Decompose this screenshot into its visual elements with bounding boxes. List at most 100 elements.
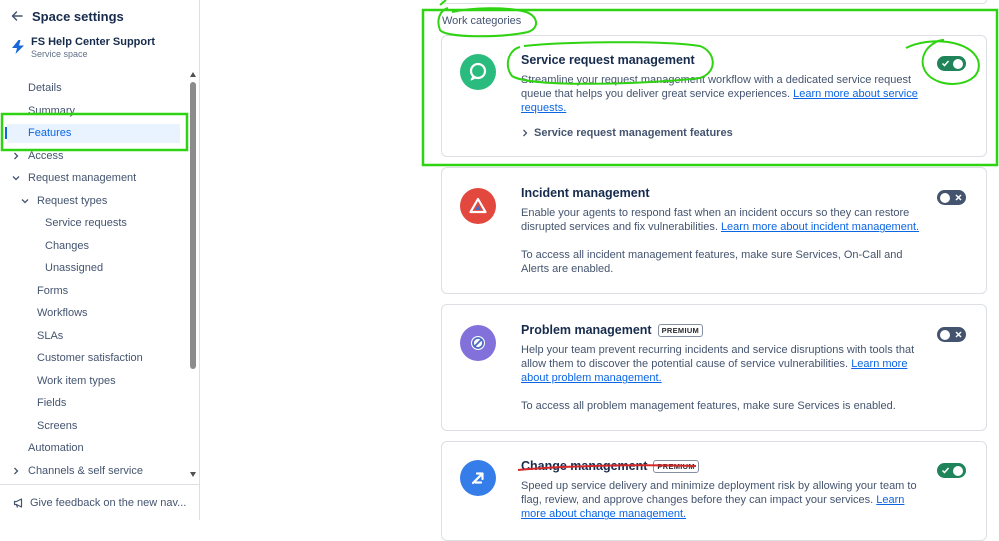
sidebar-item-forms[interactable]: Forms	[0, 280, 188, 303]
chevron-down-icon[interactable]	[20, 196, 30, 206]
card-description: Enable your agents to respond fast when …	[521, 206, 921, 234]
back-arrow-icon[interactable]	[10, 9, 24, 23]
sidebar-item-label: Work item types	[37, 374, 116, 387]
sidebar-item-request-types[interactable]: Request types	[0, 190, 188, 213]
card-description: Help your team prevent recurring inciden…	[521, 343, 921, 386]
card-title: Incident management	[521, 186, 650, 200]
sidebar-item-features[interactable]: Features	[0, 122, 188, 145]
sidebar-item-label: Changes	[45, 239, 90, 252]
card-note: To access all incident management featur…	[521, 249, 903, 276]
card-title-text: Problem management	[521, 323, 652, 337]
card-description-text: Speed up service delivery and minimize d…	[521, 480, 917, 507]
card-title: Service request management	[521, 53, 695, 67]
scroll-down-arrow[interactable]	[190, 472, 196, 477]
card-title: Change management PREMIUM	[521, 459, 699, 473]
chevron-down-icon[interactable]	[11, 173, 21, 183]
sidebar-item-label: Workflows	[37, 307, 88, 320]
sidebar: Space settings FS Help Center Support Se…	[0, 0, 200, 520]
sidebar-header: Space settings	[10, 7, 124, 25]
checkmark-icon	[941, 60, 950, 67]
sidebar-item-label: Service requests	[45, 217, 127, 230]
sidebar-item-changes[interactable]: Changes	[0, 235, 188, 258]
sidebar-item-details[interactable]: Details	[0, 77, 188, 100]
toggle-incident-management[interactable]	[937, 190, 966, 205]
premium-badge: PREMIUM	[653, 459, 699, 473]
sidebar-item-label: Access	[28, 149, 64, 162]
space-name: FS Help Center Support	[31, 36, 156, 48]
sidebar-item-work-item-types[interactable]: Work item types	[0, 370, 188, 393]
card-incident-management: Incident management Enable your agents t…	[441, 167, 987, 294]
space-logo-icon	[12, 40, 24, 54]
sidebar-title: Space settings	[32, 8, 124, 24]
toggle-knob	[940, 192, 950, 203]
toggle-knob	[953, 465, 963, 476]
sidebar-item-label: Features	[28, 127, 72, 140]
sidebar-item-unassigned[interactable]: Unassigned	[0, 257, 188, 280]
megaphone-icon	[13, 497, 23, 508]
change-arrows-icon	[460, 460, 496, 496]
sidebar-item-screens[interactable]: Screens	[0, 415, 188, 438]
card-problem-management: Problem management PREMIUM Help your tea…	[441, 304, 987, 431]
sidebar-item-automation[interactable]: Automation	[0, 437, 188, 460]
sidebar-item-label: Details	[28, 82, 62, 95]
active-indicator	[5, 127, 7, 139]
sidebar-item-fields[interactable]: Fields	[0, 392, 188, 415]
warning-triangle-icon	[460, 188, 496, 224]
scroll-thumb[interactable]	[190, 82, 196, 369]
card-title-text: Change management	[521, 459, 648, 473]
prohibited-icon	[460, 325, 496, 361]
sidebar-item-channels-self-service[interactable]: Channels & self service	[0, 460, 188, 483]
card-title-text: Incident management	[521, 186, 650, 200]
sidebar-item-service-requests[interactable]: Service requests	[0, 212, 188, 235]
sidebar-item-label: SLAs	[37, 329, 64, 342]
learn-more-link[interactable]: Learn more about incident management.	[721, 221, 919, 233]
sidebar-item-label: Customer satisfaction	[37, 352, 143, 365]
sidebar-scrollbar[interactable]	[189, 72, 197, 478]
feedback-button[interactable]: Give feedback on the new nav...	[0, 484, 199, 520]
sidebar-item-label: Channels & self service	[28, 464, 143, 477]
sidebar-item-label: Screens	[37, 419, 78, 432]
close-icon	[955, 194, 962, 201]
section-label: Work categories	[442, 15, 522, 27]
card-service-request-management: Service request management Streamline yo…	[441, 35, 987, 157]
toggle-knob	[940, 329, 950, 340]
space-type: Service space	[31, 49, 88, 59]
chevron-right-icon[interactable]	[11, 466, 21, 476]
sidebar-item-summary[interactable]: Summary	[0, 100, 188, 123]
chevron-right-icon[interactable]	[11, 151, 21, 161]
sidebar-item-label: Request types	[37, 194, 108, 207]
toggle-change-management[interactable]	[937, 463, 966, 478]
sidebar-item-request-management[interactable]: Request management	[0, 167, 188, 190]
sidebar-item-label: Fields	[37, 397, 67, 410]
features-expander[interactable]: Service request management features	[521, 127, 733, 139]
card-title-text: Service request management	[521, 53, 695, 67]
sidebar-item-label: Forms	[37, 284, 69, 297]
sidebar-item-access[interactable]: Access	[0, 145, 188, 168]
toggle-problem-management[interactable]	[937, 327, 966, 342]
scroll-up-arrow[interactable]	[190, 72, 196, 77]
sidebar-nav: Details Summary Features Access Request …	[0, 77, 188, 482]
toggle-knob	[953, 58, 963, 69]
chevron-right-icon	[523, 129, 528, 137]
checkmark-icon	[941, 467, 950, 474]
feedback-label: Give feedback on the new nav...	[30, 496, 187, 509]
chat-bubble-icon	[460, 54, 496, 90]
sidebar-item-customer-satisfaction[interactable]: Customer satisfaction	[0, 347, 188, 370]
card-title: Problem management PREMIUM	[521, 323, 704, 337]
main-content: Work categories Service request manageme…	[200, 0, 999, 541]
toggle-service-request-management[interactable]	[937, 56, 966, 71]
sidebar-item-label: Unassigned	[45, 262, 104, 275]
sidebar-item-label: Summary	[28, 104, 76, 117]
close-icon	[955, 331, 962, 338]
space-info[interactable]: FS Help Center Support Service space	[10, 36, 155, 60]
card-note: To access all problem management feature…	[521, 400, 896, 412]
sidebar-item-label: Request management	[28, 172, 137, 185]
expander-label: Service request management features	[534, 127, 733, 139]
card-description: Speed up service delivery and minimize d…	[521, 479, 921, 522]
sidebar-item-workflows[interactable]: Workflows	[0, 302, 188, 325]
sidebar-item-label: Automation	[28, 442, 84, 455]
sidebar-item-slas[interactable]: SLAs	[0, 325, 188, 348]
previous-card-edge	[441, 0, 987, 4]
card-description: Streamline your request management workf…	[521, 73, 921, 116]
card-change-management: Change management PREMIUM Speed up servi…	[441, 441, 987, 541]
